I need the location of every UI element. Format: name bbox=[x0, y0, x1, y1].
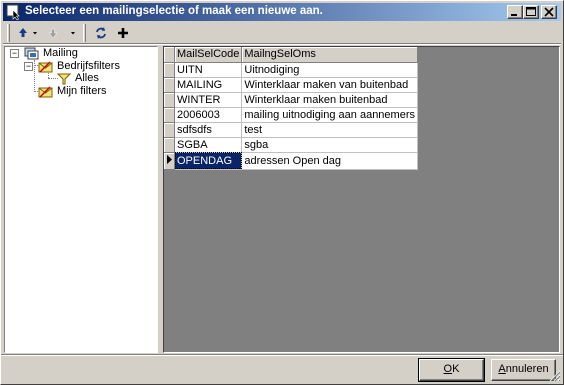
cell-description[interactable]: test bbox=[241, 122, 418, 138]
header-row: MailSelCode MailngSelOms bbox=[164, 47, 418, 63]
table-row[interactable]: SGBA sgba bbox=[164, 137, 418, 153]
envelope-filter-icon bbox=[38, 61, 53, 73]
cell-description[interactable]: sgba bbox=[241, 137, 418, 153]
plus-icon bbox=[118, 28, 128, 38]
cell-code[interactable]: UITN bbox=[174, 62, 243, 78]
toolbar-grip[interactable] bbox=[7, 24, 10, 42]
close-button[interactable] bbox=[541, 5, 557, 19]
cell-description[interactable]: Winterklaar maken buitenbad bbox=[241, 92, 418, 108]
toolbar-divider bbox=[3, 43, 561, 45]
arrow-down-icon bbox=[48, 28, 75, 39]
row-indicator[interactable] bbox=[164, 62, 175, 78]
envelope-filter-icon bbox=[38, 86, 53, 98]
cell-code[interactable]: 2006003 bbox=[174, 107, 243, 123]
ok-button-accelerator: O bbox=[443, 363, 453, 375]
row-indicator[interactable] bbox=[164, 122, 175, 138]
maximize-button[interactable] bbox=[523, 5, 539, 19]
funnel-icon bbox=[57, 73, 71, 85]
cell-code[interactable]: SGBA bbox=[174, 137, 243, 153]
tree-item-mijn-filters[interactable]: Mijn filters bbox=[38, 85, 148, 99]
cell-description[interactable]: Winterklaar maken van buitenbad bbox=[241, 77, 418, 93]
cell-code[interactable]: sdfsdfs bbox=[174, 122, 243, 138]
move-up-button[interactable] bbox=[15, 24, 41, 42]
table-row[interactable]: UITN Uitnodiging bbox=[164, 62, 418, 78]
row-indicator[interactable] bbox=[164, 152, 175, 170]
computer-icon bbox=[24, 47, 39, 60]
minimize-icon bbox=[511, 14, 517, 16]
ok-button[interactable]: OK bbox=[418, 358, 485, 382]
table-row[interactable]: OPENDAG adressen Open dag bbox=[164, 152, 418, 170]
refresh-icon bbox=[96, 27, 106, 39]
current-row-arrow-icon bbox=[167, 154, 172, 164]
add-button[interactable] bbox=[113, 24, 133, 42]
minimize-button[interactable] bbox=[507, 5, 523, 19]
cell-description[interactable]: mailing uitnodiging aan aannemers bbox=[241, 107, 418, 123]
move-down-button[interactable] bbox=[43, 24, 79, 42]
footer-divider bbox=[1, 354, 563, 356]
filter-tree[interactable]: − Mailing − Bedrijfsfilters Alles Mijn f… bbox=[4, 46, 158, 353]
column-header-code[interactable]: MailSelCode bbox=[174, 47, 243, 63]
tree-label: Alles bbox=[75, 72, 99, 84]
row-indicator[interactable] bbox=[164, 137, 175, 153]
column-header-description[interactable]: MailngSelOms bbox=[241, 47, 418, 63]
window-title: Selecteer een mailingselectie of maak ee… bbox=[25, 5, 323, 17]
row-indicator[interactable] bbox=[164, 92, 175, 108]
table-row[interactable]: 2006003 mailing uitnodiging aan aannemers bbox=[164, 107, 418, 123]
tree-label: Mijn filters bbox=[57, 85, 107, 97]
cell-code[interactable]: MAILING bbox=[174, 77, 243, 93]
refresh-button[interactable] bbox=[91, 24, 111, 42]
cell-code[interactable]: OPENDAG bbox=[174, 152, 243, 170]
cell-description[interactable]: adressen Open dag bbox=[241, 152, 418, 170]
cell-description[interactable]: Uitnodiging bbox=[241, 62, 418, 78]
arrow-up-icon bbox=[19, 28, 37, 37]
row-indicator-header bbox=[164, 47, 175, 63]
tree-item-mailing[interactable]: − Mailing bbox=[8, 47, 148, 61]
row-indicator[interactable] bbox=[164, 77, 175, 93]
cancel-button-label: nnuleren bbox=[505, 363, 549, 375]
table-row[interactable]: sdfsdfs test bbox=[164, 122, 418, 138]
cancel-button-accelerator: A bbox=[498, 363, 506, 375]
title-bar[interactable]: Selecteer een mailingselectie of maak ee… bbox=[3, 3, 561, 21]
dialog-window: Selecteer een mailingselectie of maak ee… bbox=[0, 0, 564, 385]
tree-label: Mailing bbox=[43, 47, 78, 59]
ok-button-label: K bbox=[452, 363, 460, 375]
toolbar-separator bbox=[83, 24, 86, 42]
row-indicator[interactable] bbox=[164, 107, 175, 123]
collapse-icon[interactable]: − bbox=[10, 49, 19, 58]
cell-code[interactable]: WINTER bbox=[174, 92, 243, 108]
cancel-button[interactable]: Annuleren bbox=[491, 359, 556, 381]
data-table: MailSelCode MailngSelOms UITN Uitnodiging… bbox=[164, 47, 418, 170]
table-row[interactable]: WINTER Winterklaar maken buitenbad bbox=[164, 92, 418, 108]
toolbar bbox=[5, 23, 560, 43]
app-cursor-icon bbox=[6, 4, 20, 20]
selection-grid[interactable]: MailSelCode MailngSelOms UITN Uitnodiging… bbox=[163, 46, 560, 353]
table-row[interactable]: MAILING Winterklaar maken van buitenbad bbox=[164, 77, 418, 93]
close-icon bbox=[544, 7, 554, 17]
tree-item-alles[interactable]: Alles bbox=[57, 72, 147, 86]
maximize-icon bbox=[526, 7, 536, 16]
resize-grip-icon[interactable] bbox=[549, 370, 561, 382]
collapse-icon[interactable]: − bbox=[24, 62, 33, 71]
